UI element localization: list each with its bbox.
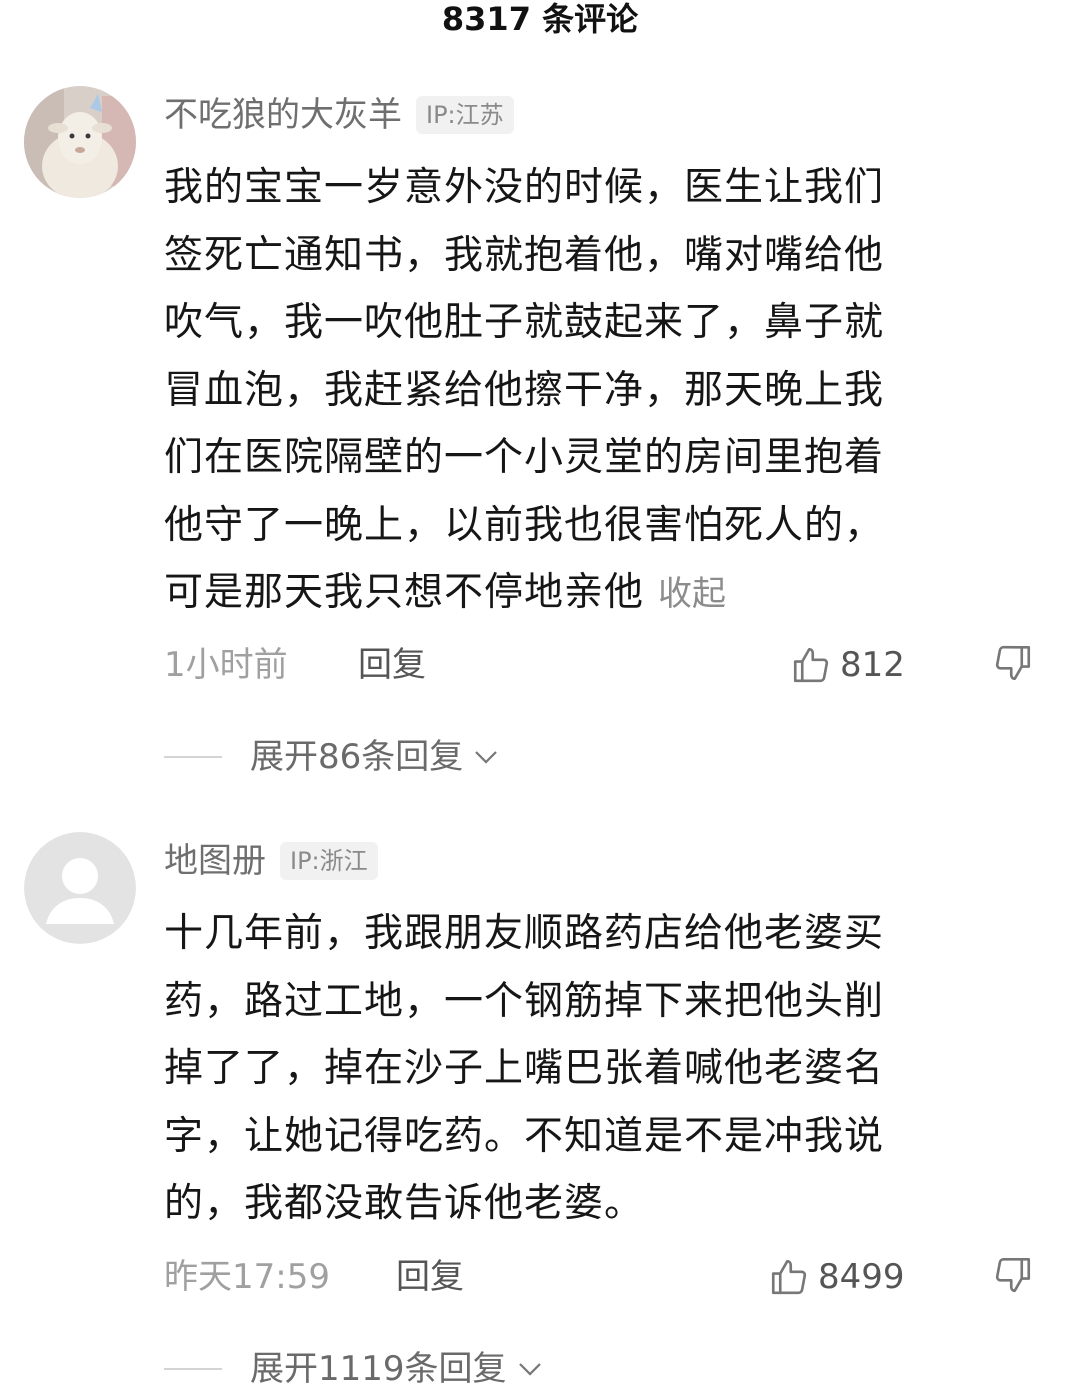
comment-line: 掉了了，掉在沙子上嘴巴张着喊他老婆名	[164, 1046, 885, 1091]
comments-count-title: 8317 条评论	[441, 0, 639, 38]
comment-line: 冒血泡，我赶紧给他擦干净，那天晚上我	[164, 367, 885, 413]
expand-replies[interactable]: 展开86条回复	[164, 732, 501, 782]
comment-line: 我的宝宝一岁意外没的时候，医生让我们	[164, 165, 885, 210]
thumb-up-icon	[790, 644, 832, 686]
thumb-down-icon[interactable]	[992, 642, 1034, 684]
comment-line: 可是那天我只想不停地亲他	[164, 570, 645, 615]
chevron-down-icon	[471, 742, 501, 772]
avatar[interactable]	[24, 86, 136, 198]
like-button[interactable]: 8499	[768, 1254, 905, 1300]
default-user-avatar-icon	[24, 832, 136, 944]
comment-line: 的，我都没敢告诉他老婆。	[164, 1181, 645, 1226]
avatar[interactable]	[24, 832, 136, 944]
comment-line: 吹气，我一吹他肚子就鼓起来了，鼻子就	[164, 300, 885, 345]
ip-location-tag: IP:江苏	[416, 96, 514, 134]
chevron-down-icon	[515, 1354, 545, 1384]
sheep-avatar-image	[24, 86, 136, 198]
comment-line: 字，让她记得吃药。不知道是不是冲我说	[164, 1113, 885, 1159]
thumb-up-icon	[768, 1256, 810, 1298]
comment-text: 我的宝宝一岁意外没的时候，医生让我们 签死亡通知书，我就抱着他，嘴对嘴给他 吹气…	[164, 154, 1014, 629]
timestamp: 昨天17:59	[164, 1257, 330, 1297]
timestamp: 1小时前	[164, 645, 288, 685]
comment-line: 们在医院隔壁的一个小灵堂的房间里抱着	[164, 435, 885, 480]
comment-text: 十几年前，我跟朋友顺路药店给他老婆买 药，路过工地，一个钢筋掉下来把他头削 掉了…	[164, 900, 1014, 1238]
like-count: 812	[840, 645, 905, 685]
divider-line	[164, 1368, 222, 1370]
comment-meta: 昨天17:59 回复 8499	[164, 1252, 1034, 1302]
comment-line: 十几年前，我跟朋友顺路药店给他老婆买	[164, 911, 885, 956]
like-button[interactable]: 812	[790, 642, 905, 688]
comment-line: 他守了一晚上，以前我也很害怕死人的，	[164, 502, 885, 548]
username[interactable]: 不吃狼的大灰羊	[164, 92, 402, 138]
expand-replies-label: 展开86条回复	[250, 737, 464, 777]
comment-line: 药，路过工地，一个钢筋掉下来把他头削	[164, 978, 885, 1024]
expand-replies[interactable]: 展开1119条回复	[164, 1344, 545, 1391]
ip-location-tag: IP:浙江	[280, 842, 378, 880]
thumb-down-icon[interactable]	[992, 1254, 1034, 1296]
reply-button[interactable]: 回复	[358, 640, 426, 690]
divider-line	[164, 756, 222, 758]
like-count: 8499	[818, 1257, 905, 1297]
reply-button[interactable]: 回复	[396, 1252, 464, 1302]
comment-line-last: 可是那天我只想不停地亲他 收起	[164, 559, 1014, 629]
comment-header: 不吃狼的大灰羊 IP:江苏	[164, 92, 514, 138]
username[interactable]: 地图册	[164, 838, 266, 884]
expand-replies-label: 展开1119条回复	[250, 1349, 507, 1389]
comment-line: 签死亡通知书，我就抱着他，嘴对嘴给他	[164, 232, 885, 278]
comment-meta: 1小时前 回复 812	[164, 640, 1034, 690]
collapse-link[interactable]: 收起	[658, 574, 726, 614]
comment-header: 地图册 IP:浙江	[164, 838, 378, 884]
